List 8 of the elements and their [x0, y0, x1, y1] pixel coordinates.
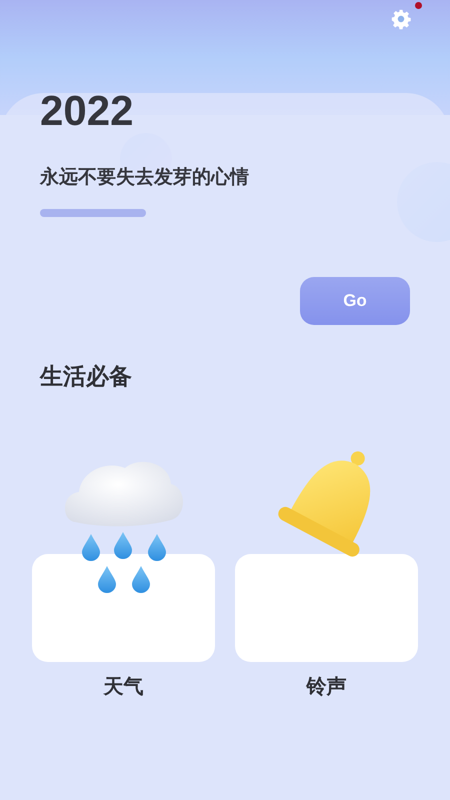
- tool-card[interactable]: [32, 554, 215, 662]
- tool-label: 天气: [104, 677, 144, 697]
- settings-icon[interactable]: [390, 8, 412, 30]
- go-button[interactable]: Go: [300, 277, 410, 325]
- year-title: 2022: [40, 90, 134, 132]
- tool-label: 铃声: [306, 677, 346, 697]
- section-title: 生活必备: [40, 365, 133, 388]
- slogan-text: 永远不要失去发芽的心情: [40, 168, 250, 187]
